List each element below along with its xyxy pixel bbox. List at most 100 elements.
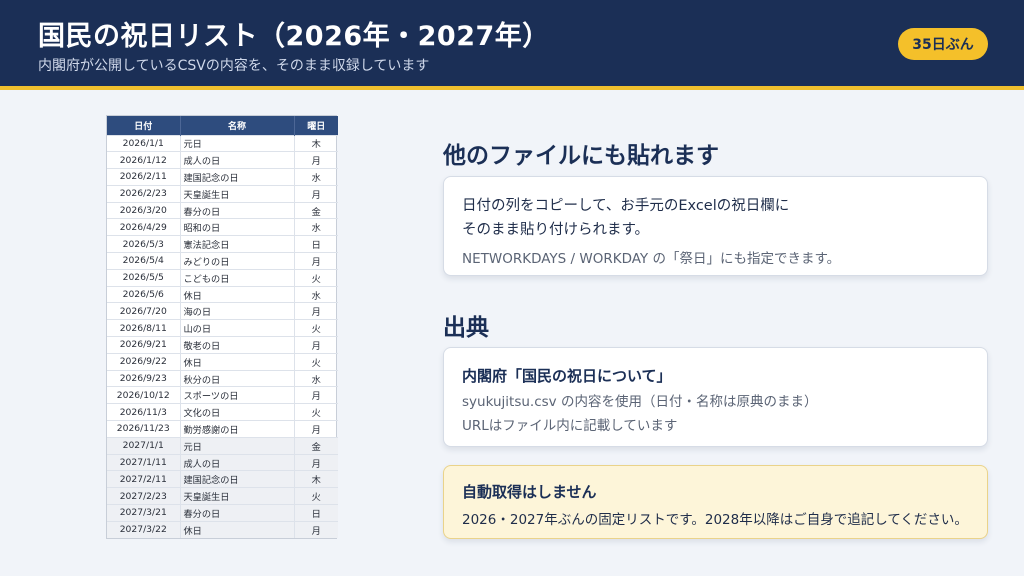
cell-weekday: 火: [294, 403, 338, 421]
cell-weekday: 火: [294, 487, 338, 505]
source-line-1: syukujitsu.csv の内容を使用（日付・名称は原典のまま）: [462, 394, 818, 410]
cell-name: 春分の日: [180, 201, 295, 219]
cell-name: 天皇誕生日: [180, 184, 295, 203]
cell-weekday: 月: [294, 336, 338, 354]
cell-date: 2026/5/6: [107, 285, 181, 303]
cell-name: こどもの日: [180, 268, 295, 287]
cell-name: 天皇誕生日: [180, 487, 295, 505]
cell-date: 2026/9/21: [107, 336, 181, 354]
cell-name: 文化の日: [180, 403, 295, 421]
cell-date: 2026/9/23: [107, 369, 181, 387]
cell-date: 2026/8/11: [107, 319, 181, 337]
cell-weekday: 月: [294, 386, 338, 404]
cell-date: 2026/5/4: [107, 252, 181, 270]
page-title: 国民の祝日リスト（2026年・2027年）: [38, 21, 550, 52]
holiday-table: 日付 名称 曜日 2026/1/1 元日木 2026/1/12 成人の日月 2026/2…: [106, 115, 338, 540]
cell-weekday: 日: [294, 504, 338, 522]
table-row: 2027/1/1 元日金: [107, 436, 338, 455]
paste-section-heading: 他のファイルにも貼れます: [443, 143, 719, 169]
cell-weekday: 月: [294, 520, 338, 539]
cell-weekday: 月: [294, 302, 338, 320]
notice-card: 自動取得はしません 2026・2027年ぶんの固定リストです。2028年以降はご…: [443, 465, 988, 539]
cell-date: 2027/3/22: [107, 520, 181, 539]
notice-title: 自動取得はしません: [462, 483, 597, 501]
table-row: 2026/9/23 秋分の日水: [107, 369, 338, 387]
table-row: 2026/7/20 海の日月: [107, 302, 338, 320]
paste-line-3: NETWORKDAYS / WORKDAY の「祭日」にも指定できます。: [462, 251, 841, 267]
cell-name: 憲法記念日: [180, 235, 295, 253]
table-row: 2026/5/4 みどりの日月: [107, 252, 338, 270]
cell-weekday: 金: [294, 436, 338, 455]
table-row: 2027/1/11 成人の日月: [107, 453, 338, 471]
cell-weekday: 月: [294, 420, 338, 438]
cell-weekday: 火: [294, 352, 338, 371]
cell-weekday: 月: [294, 252, 338, 270]
count-badge: 35日ぶん: [898, 28, 988, 60]
table-row: 2026/11/3 文化の日火: [107, 403, 338, 421]
cell-name: 海の日: [180, 302, 295, 320]
column-header-weekday: 曜日: [294, 116, 338, 135]
cell-date: 2026/2/11: [107, 168, 181, 186]
cell-date: 2027/2/23: [107, 487, 181, 505]
table-row: 2026/1/12 成人の日月: [107, 151, 338, 169]
cell-weekday: 月: [294, 151, 338, 169]
cell-name: 昭和の日: [180, 218, 295, 236]
cell-weekday: 水: [294, 218, 338, 236]
source-card: 内閣府「国民の祝日について」 syukujitsu.csv の内容を使用（日付・…: [443, 347, 988, 447]
table-row: 2026/2/11 建国記念の日水: [107, 168, 338, 186]
page-subtitle: 内閣府が公開しているCSVの内容を、そのまま収録しています: [38, 58, 430, 74]
cell-weekday: 木: [294, 470, 338, 488]
cell-date: 2026/5/3: [107, 235, 181, 253]
cell-date: 2027/2/11: [107, 470, 181, 488]
table-row: 2026/9/22 休日火: [107, 352, 338, 371]
table-row: 2027/3/21 春分の日日: [107, 504, 338, 522]
table-row: 2026/8/11 山の日火: [107, 319, 338, 337]
cell-name: 春分の日: [180, 504, 295, 522]
cell-weekday: 火: [294, 319, 338, 337]
table-row: 2026/5/5 こどもの日火: [107, 268, 338, 287]
table-row: 2026/2/23 天皇誕生日月: [107, 184, 338, 203]
cell-name: 休日: [180, 285, 295, 303]
cell-name: 元日: [180, 436, 295, 455]
cell-weekday: 火: [294, 268, 338, 287]
cell-name: 山の日: [180, 319, 295, 337]
paste-line-1: 日付の列をコピーして、お手元のExcelの祝日欄に: [462, 198, 790, 214]
cell-date: 2026/4/29: [107, 218, 181, 236]
source-section-heading: 出典: [443, 315, 489, 341]
table-row: 2026/3/20 春分の日金: [107, 201, 338, 219]
table-row: 2026/9/21 敬老の日月: [107, 336, 338, 354]
cell-name: みどりの日: [180, 252, 295, 270]
table-header-row: 日付 名称 曜日: [107, 116, 338, 135]
cell-name: 休日: [180, 352, 295, 371]
header-bar: 国民の祝日リスト（2026年・2027年） 内閣府が公開しているCSVの内容を、…: [0, 0, 1024, 86]
cell-date: 2026/11/3: [107, 403, 181, 421]
cell-name: 成人の日: [180, 453, 295, 471]
cell-date: 2026/9/22: [107, 352, 181, 371]
column-header-name: 名称: [180, 116, 295, 135]
cell-date: 2026/10/12: [107, 386, 181, 404]
cell-weekday: 水: [294, 168, 338, 186]
cell-name: 成人の日: [180, 151, 295, 169]
cell-name: 建国記念の日: [180, 470, 295, 488]
cell-name: 建国記念の日: [180, 168, 295, 186]
cell-weekday: 月: [294, 184, 338, 203]
cell-name: 勤労感謝の日: [180, 420, 295, 438]
table-row: 2026/5/6 休日水: [107, 285, 338, 303]
cell-date: 2026/5/5: [107, 268, 181, 287]
paste-info-card: 日付の列をコピーして、お手元のExcelの祝日欄に そのまま貼り付けられます。 …: [443, 176, 988, 276]
cell-weekday: 月: [294, 453, 338, 471]
cell-date: 2027/1/1: [107, 436, 181, 455]
paste-line-2: そのまま貼り付けられます。: [462, 222, 650, 238]
cell-weekday: 金: [294, 201, 338, 219]
cell-weekday: 日: [294, 235, 338, 253]
table-body: 2026/1/1 元日木 2026/1/12 成人の日月 2026/2/11 建国記念の日…: [107, 134, 338, 539]
cell-weekday: 水: [294, 369, 338, 387]
source-title: 内閣府「国民の祝日について」: [462, 367, 672, 385]
cell-name: 元日: [180, 134, 295, 152]
cell-date: 2026/1/12: [107, 151, 181, 169]
cell-date: 2027/3/21: [107, 504, 181, 522]
source-line-2: URLはファイル内に記載しています: [462, 418, 678, 434]
table-row: 2026/11/23 勤労感謝の日月: [107, 420, 338, 438]
cell-name: スポーツの日: [180, 386, 295, 404]
cell-name: 敬老の日: [180, 336, 295, 354]
